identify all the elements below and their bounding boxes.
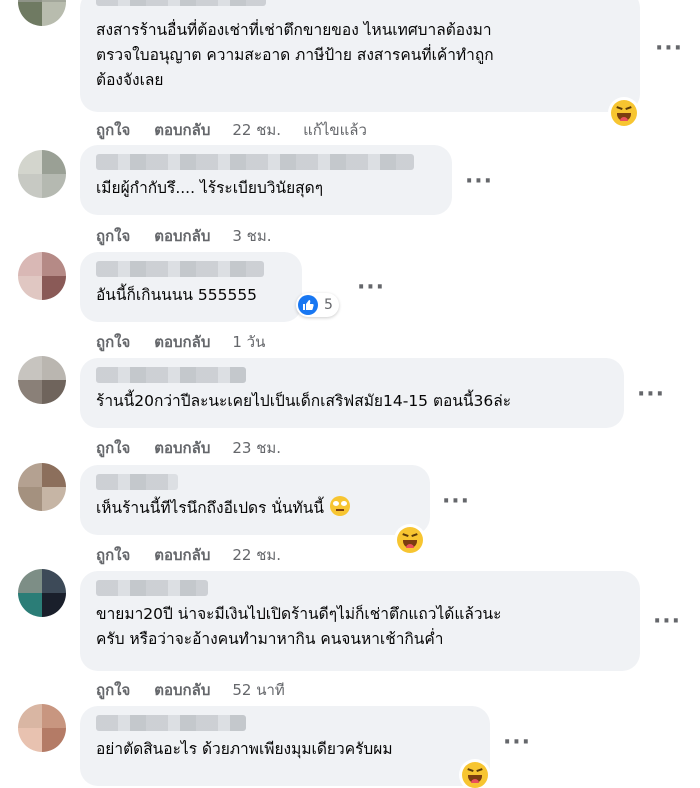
edited-label: แก้ไขแล้ว: [303, 121, 367, 139]
eye-roll-emoji: [329, 496, 350, 516]
comment-bubble: อย่าตัดสินอะไร ด้วยภาพเพียงมุมเดียวครับผ…: [80, 706, 490, 786]
reply-button[interactable]: ตอบกลับ: [154, 224, 210, 248]
like-button[interactable]: ถูกใจ: [96, 678, 130, 702]
comment-text: สงสารร้านอื่นที่ต้องเช่าที่เช่าตึกขายของ…: [96, 21, 494, 89]
reply-button[interactable]: ตอบกลับ: [154, 330, 210, 354]
more-options-icon[interactable]: ···: [441, 491, 471, 517]
author-name-blurred[interactable]: [96, 580, 208, 596]
author-name-blurred[interactable]: [96, 0, 266, 6]
comment-text: อย่าตัดสินอะไร ด้วยภาพเพียงมุมเดียวครับผ…: [96, 740, 393, 758]
reply-button[interactable]: ตอบกลับ: [154, 118, 210, 142]
like-button[interactable]: ถูกใจ: [96, 330, 130, 354]
author-name-blurred[interactable]: [96, 715, 246, 731]
author-name-blurred[interactable]: [96, 367, 246, 383]
comment-bubble: ร้านนี้20กว่าปีละนะเคยไปเป็นเด็กเสริฟสมั…: [80, 358, 624, 428]
comment-bubble: เห็นร้านนี้ทีไรนึกถึงอีเปดร นั่นทันนี้: [80, 465, 430, 535]
reaction-count[interactable]: 5: [296, 293, 339, 317]
comment-text: ขายมา20ปี น่าจะมีเงินไปเปิดร้านดีๆไม่ก็เ…: [96, 605, 502, 648]
laugh-emoji[interactable]: [462, 762, 488, 788]
like-count: 5: [324, 297, 333, 313]
timestamp[interactable]: 23 ชม.: [232, 436, 281, 460]
timestamp[interactable]: 1 วัน: [232, 330, 265, 354]
timestamp[interactable]: 22 ชม.: [232, 543, 281, 567]
timestamp[interactable]: 3 ชม.: [232, 224, 271, 248]
more-options-icon[interactable]: ···: [652, 611, 682, 637]
author-name-blurred[interactable]: [96, 261, 264, 277]
like-button[interactable]: ถูกใจ: [96, 436, 130, 460]
more-options-icon[interactable]: ···: [636, 384, 666, 410]
comment-text: ร้านนี้20กว่าปีละนะเคยไปเป็นเด็กเสริฟสมั…: [96, 392, 512, 410]
comment-bubble: อันนี้ก็เกินนนน 555555: [80, 252, 302, 322]
comment-text: เมียผู้กำกับรึ.... ไร้ระเบียบวินัยสุดๆ: [96, 179, 324, 197]
avatar[interactable]: [18, 0, 66, 26]
avatar[interactable]: [18, 704, 66, 752]
like-button[interactable]: ถูกใจ: [96, 224, 130, 248]
avatar[interactable]: [18, 463, 66, 511]
more-options-icon[interactable]: ···: [502, 732, 532, 758]
author-name-blurred[interactable]: [96, 154, 414, 170]
like-button[interactable]: ถูกใจ: [96, 118, 130, 142]
like-button[interactable]: ถูกใจ: [96, 543, 130, 567]
timestamp[interactable]: 22 ชม.: [232, 118, 281, 142]
laugh-emoji[interactable]: [611, 100, 637, 126]
more-options-icon[interactable]: ···: [654, 38, 684, 64]
avatar[interactable]: [18, 356, 66, 404]
comment-bubble: สงสารร้านอื่นที่ต้องเช่าที่เช่าตึกขายของ…: [80, 0, 640, 112]
avatar[interactable]: [18, 252, 66, 300]
reply-button[interactable]: ตอบกลับ: [154, 678, 210, 702]
avatar[interactable]: [18, 150, 66, 198]
author-name-blurred[interactable]: [96, 474, 178, 490]
more-options-icon[interactable]: ···: [464, 171, 494, 197]
avatar[interactable]: [18, 569, 66, 617]
reply-button[interactable]: ตอบกลับ: [154, 436, 210, 460]
comment-bubble: เมียผู้กำกับรึ.... ไร้ระเบียบวินัยสุดๆ: [80, 145, 452, 215]
comment-text: อันนี้ก็เกินนนน 555555: [96, 286, 258, 304]
laugh-emoji[interactable]: [397, 527, 423, 553]
timestamp[interactable]: 52 นาที: [232, 678, 284, 702]
reply-button[interactable]: ตอบกลับ: [154, 543, 210, 567]
thumbs-up-icon: [298, 295, 318, 315]
more-options-icon[interactable]: ···: [356, 277, 386, 303]
comment-bubble: ขายมา20ปี น่าจะมีเงินไปเปิดร้านดีๆไม่ก็เ…: [80, 571, 640, 671]
comment-text: เห็นร้านนี้ทีไรนึกถึงอีเปดร นั่นทันนี้: [96, 496, 414, 521]
